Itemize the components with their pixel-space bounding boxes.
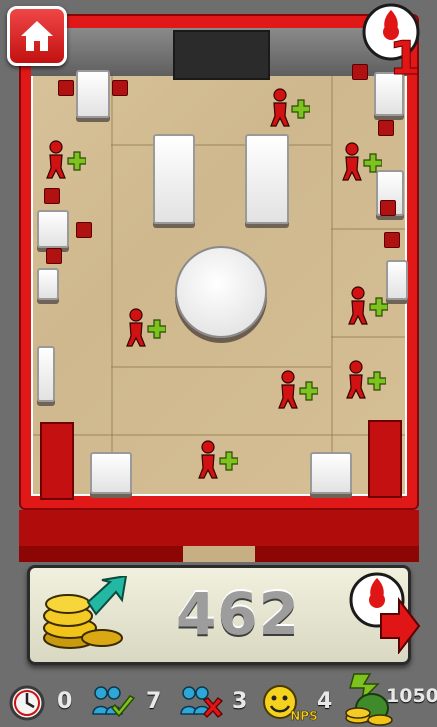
clock-icon — [9, 685, 45, 721]
entrance — [183, 546, 255, 562]
table[interactable] — [37, 268, 59, 300]
table[interactable] — [386, 260, 408, 300]
table[interactable] — [153, 134, 195, 224]
add-customer-icon[interactable] — [346, 286, 388, 328]
nps-value: 4 — [317, 689, 333, 714]
add-customer-icon[interactable] — [276, 370, 318, 412]
chair — [380, 200, 396, 216]
add-customer-icon[interactable] — [196, 440, 238, 482]
chair — [384, 232, 400, 248]
door-left[interactable] — [40, 422, 74, 500]
chair — [44, 188, 60, 204]
bank-amount: 462 — [175, 580, 301, 648]
level-badge: 1 — [362, 3, 422, 78]
lost-value: 3 — [232, 689, 248, 714]
home-button[interactable] — [7, 6, 67, 66]
chair — [76, 222, 92, 238]
table[interactable] — [374, 72, 404, 116]
customers-cross-icon — [180, 686, 223, 718]
served-value: 7 — [146, 689, 162, 714]
wait-time-value: 0 — [57, 689, 73, 714]
building-base — [19, 510, 419, 548]
door-right[interactable] — [368, 420, 402, 498]
round-table[interactable] — [175, 246, 267, 338]
level-number: 1 — [389, 31, 421, 78]
add-customer-icon[interactable] — [44, 140, 86, 182]
stage-screen — [173, 30, 270, 80]
chair — [378, 120, 394, 136]
nps-label: NPS — [290, 709, 317, 723]
table[interactable] — [37, 210, 69, 248]
table[interactable] — [37, 346, 55, 402]
add-customer-icon[interactable] — [268, 88, 310, 130]
chair — [46, 248, 62, 264]
add-customer-icon[interactable] — [340, 142, 382, 184]
chair — [112, 80, 128, 96]
table[interactable] — [90, 452, 132, 494]
next-arrow-icon[interactable] — [345, 570, 421, 654]
home-icon — [21, 21, 53, 51]
table[interactable] — [245, 134, 289, 224]
add-customer-icon[interactable] — [124, 308, 166, 350]
table[interactable] — [76, 70, 110, 118]
coins-up-icon[interactable] — [40, 576, 132, 656]
table[interactable] — [310, 452, 352, 494]
customers-check-icon — [92, 686, 136, 718]
chair — [58, 80, 74, 96]
add-customer-icon[interactable] — [344, 360, 386, 402]
money-value: 1050 — [386, 685, 437, 707]
